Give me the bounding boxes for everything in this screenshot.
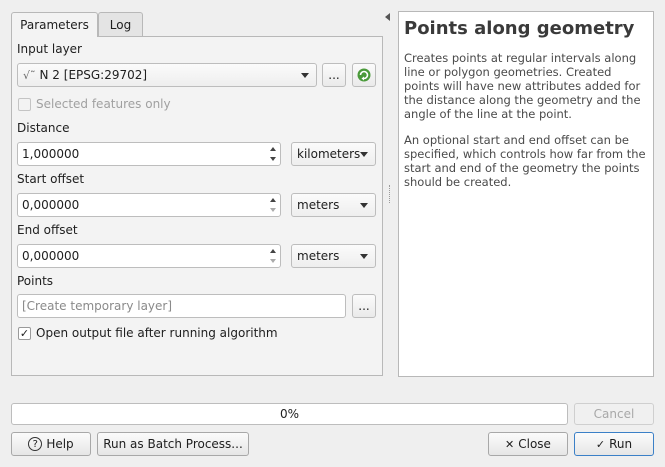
distance-unit-combo[interactable]: kilometers — [291, 142, 376, 166]
stepper-down-icon[interactable] — [270, 208, 276, 212]
tab-parameters[interactable]: Parameters — [11, 12, 98, 37]
chevron-down-icon — [360, 254, 368, 259]
selected-only-label: Selected features only — [36, 97, 171, 111]
input-layer-value: N 2 [EPSG:29702] — [39, 68, 148, 82]
checkmark-icon: ✓ — [19, 327, 30, 340]
start-offset-value: 0,000000 — [22, 198, 80, 212]
distance-label: Distance — [17, 121, 70, 135]
run-button[interactable]: ✓ Run — [574, 432, 654, 456]
tab-log[interactable]: Log — [98, 12, 143, 36]
end-offset-label: End offset — [17, 223, 78, 237]
chevron-down-icon — [301, 73, 309, 78]
points-output-input[interactable]: [Create temporary layer] — [17, 294, 346, 318]
close-button[interactable]: ✕ Close — [488, 432, 568, 456]
input-layer-combo[interactable]: √˜ N 2 [EPSG:29702] — [17, 63, 317, 87]
input-layer-label: Input layer — [17, 42, 82, 56]
run-batch-button[interactable]: Run as Batch Process... — [97, 432, 249, 456]
collapse-arrow-icon[interactable] — [385, 13, 390, 21]
start-offset-label: Start offset — [17, 172, 85, 186]
ellipsis-label: ... — [328, 68, 340, 82]
ellipsis-label: ... — [358, 299, 370, 313]
help-offset-description: An optional start and end offset can be … — [404, 133, 646, 189]
selected-only-checkbox[interactable] — [18, 98, 31, 111]
line-layer-icon: √˜ — [23, 68, 36, 82]
help-button[interactable]: ? Help — [11, 432, 91, 456]
open-output-label: Open output file after running algorithm — [36, 326, 278, 340]
points-label: Points — [17, 274, 54, 288]
run-icon: ✓ — [595, 437, 606, 451]
progress-text: 0% — [279, 407, 300, 421]
tab-log-label: Log — [109, 17, 132, 32]
input-layer-browse-button[interactable]: ... — [322, 63, 346, 87]
end-offset-unit-combo[interactable]: meters — [291, 244, 376, 268]
distance-value: 1,000000 — [22, 147, 80, 161]
chevron-down-icon — [360, 152, 368, 157]
open-output-checkbox[interactable]: ✓ — [18, 327, 31, 340]
help-title: Points along geometry — [404, 18, 635, 39]
stepper-up-icon[interactable] — [270, 147, 276, 151]
cancel-label: Cancel — [593, 407, 635, 421]
progress-bar: 0% — [11, 403, 568, 425]
points-output-placeholder: [Create temporary layer] — [22, 299, 173, 313]
help-label: Help — [46, 437, 74, 451]
close-label: Close — [518, 437, 551, 451]
iterate-button[interactable] — [352, 63, 376, 87]
start-offset-stepper[interactable] — [267, 195, 279, 215]
help-icon: ? — [28, 437, 43, 451]
run-batch-label: Run as Batch Process... — [103, 437, 243, 451]
start-offset-unit-value: meters — [297, 198, 340, 212]
points-browse-button[interactable]: ... — [352, 294, 376, 318]
help-description: Creates points at regular intervals alon… — [404, 51, 641, 121]
stepper-up-icon[interactable] — [270, 249, 276, 253]
start-offset-input[interactable]: 0,000000 — [17, 193, 281, 217]
splitter-handle[interactable] — [389, 185, 391, 203]
end-offset-unit-value: meters — [297, 249, 340, 263]
distance-stepper[interactable] — [267, 144, 279, 164]
end-offset-value: 0,000000 — [22, 249, 80, 263]
end-offset-stepper[interactable] — [267, 246, 279, 266]
end-offset-input[interactable]: 0,000000 — [17, 244, 281, 268]
chevron-down-icon — [360, 203, 368, 208]
cancel-button[interactable]: Cancel — [574, 403, 654, 425]
tab-parameters-label: Parameters — [20, 18, 89, 32]
run-label: Run — [609, 437, 633, 451]
distance-input[interactable]: 1,000000 — [17, 142, 281, 166]
stepper-up-icon[interactable] — [270, 198, 276, 202]
parameters-panel: Input layer √˜ N 2 [EPSG:29702] ... Sele… — [11, 36, 383, 376]
help-pane: Points along geometry Creates points at … — [398, 11, 654, 377]
iterate-icon — [357, 68, 371, 82]
close-icon: ✕ — [505, 437, 515, 451]
distance-unit-value: kilometers — [297, 147, 361, 161]
stepper-down-icon[interactable] — [270, 157, 276, 161]
start-offset-unit-combo[interactable]: meters — [291, 193, 376, 217]
stepper-down-icon[interactable] — [270, 259, 276, 263]
